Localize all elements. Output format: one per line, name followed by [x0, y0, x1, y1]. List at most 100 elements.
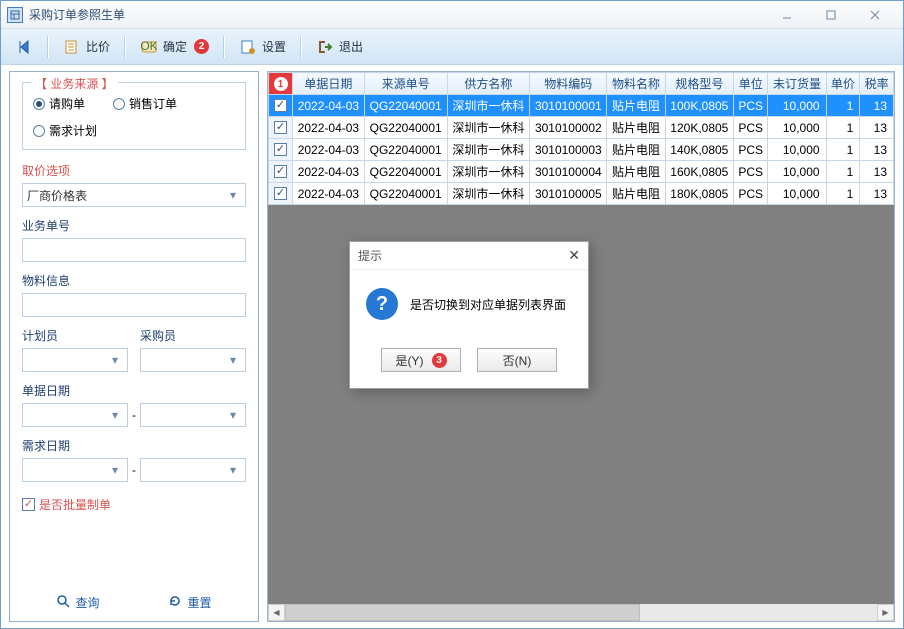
cell-supplier[interactable]: 深圳市一休科 [447, 161, 530, 183]
cell-mat_name[interactable]: 贴片电阻 [607, 183, 665, 205]
cell-mat_code[interactable]: 3010100002 [530, 117, 607, 139]
nav-first-button[interactable] [9, 34, 39, 60]
cell-price[interactable]: 1 [826, 183, 860, 205]
row-checkbox[interactable] [274, 187, 287, 200]
cell-date[interactable]: 2022-04-03 [293, 139, 365, 161]
cell-tax[interactable]: 13 [860, 117, 894, 139]
row-checkbox[interactable] [274, 143, 287, 156]
cell-qty[interactable]: 10,000 [768, 139, 826, 161]
cell-tax[interactable]: 13 [860, 95, 894, 117]
cell-date[interactable]: 2022-04-03 [293, 161, 365, 183]
row-checkbox[interactable] [274, 165, 287, 178]
scroll-thumb[interactable] [285, 604, 640, 621]
doc-date-from[interactable]: ▾ [22, 403, 128, 427]
material-input[interactable] [22, 293, 246, 317]
biz-no-input[interactable] [22, 238, 246, 262]
cell-unit[interactable]: PCS [734, 117, 768, 139]
cell-unit[interactable]: PCS [734, 139, 768, 161]
dialog-yes-button[interactable]: 是(Y) 3 [381, 348, 461, 372]
col-supplier[interactable]: 供方名称 [447, 73, 530, 95]
cell-supplier[interactable]: 深圳市一休科 [447, 139, 530, 161]
col-qty[interactable]: 未订货量 [768, 73, 826, 95]
cell-tax[interactable]: 13 [860, 161, 894, 183]
confirm-button[interactable]: OK 确定 2 [134, 34, 215, 60]
row-checkbox[interactable] [274, 99, 287, 112]
cell-unit[interactable]: PCS [734, 95, 768, 117]
batch-checkbox[interactable] [22, 498, 35, 511]
cell-mat_name[interactable]: 贴片电阻 [607, 161, 665, 183]
col-spec[interactable]: 规格型号 [665, 73, 733, 95]
cell-src[interactable]: QG22040001 [364, 95, 447, 117]
cell-qty[interactable]: 10,000 [768, 161, 826, 183]
reset-button[interactable]: 重置 [168, 594, 211, 611]
cell-qty[interactable]: 10,000 [768, 117, 826, 139]
col-date[interactable]: 单据日期 [293, 73, 365, 95]
cell-mat_code[interactable]: 3010100004 [530, 161, 607, 183]
settings-button[interactable]: 设置 [233, 34, 292, 60]
cell-src[interactable]: QG22040001 [364, 161, 447, 183]
row-checkbox-cell[interactable] [269, 117, 293, 139]
col-src[interactable]: 来源单号 [364, 73, 447, 95]
price-option-combo[interactable]: 厂商价格表▾ [22, 183, 246, 207]
table-row[interactable]: 2022-04-03QG22040001深圳市一休科3010100002贴片电阻… [269, 117, 894, 139]
cell-src[interactable]: QG22040001 [364, 183, 447, 205]
cell-tax[interactable]: 13 [860, 183, 894, 205]
cell-spec[interactable]: 100K,0805 [665, 95, 733, 117]
col-matname[interactable]: 物料名称 [607, 73, 665, 95]
cell-mat_name[interactable]: 贴片电阻 [607, 117, 665, 139]
cell-unit[interactable]: PCS [734, 161, 768, 183]
scroll-right-button[interactable]: ▶ [877, 604, 894, 621]
cell-mat_name[interactable]: 贴片电阻 [607, 95, 665, 117]
cell-price[interactable]: 1 [826, 95, 860, 117]
cell-price[interactable]: 1 [826, 161, 860, 183]
row-checkbox-cell[interactable] [269, 139, 293, 161]
col-unit[interactable]: 单位 [734, 73, 768, 95]
minimize-button[interactable] [765, 3, 809, 27]
maximize-button[interactable] [809, 3, 853, 27]
cell-supplier[interactable]: 深圳市一休科 [447, 117, 530, 139]
need-date-to[interactable]: ▾ [140, 458, 246, 482]
cell-spec[interactable]: 180K,0805 [665, 183, 733, 205]
cell-src[interactable]: QG22040001 [364, 139, 447, 161]
scroll-track[interactable] [285, 604, 877, 621]
cell-date[interactable]: 2022-04-03 [293, 183, 365, 205]
table-row[interactable]: 2022-04-03QG22040001深圳市一休科3010100004贴片电阻… [269, 161, 894, 183]
cell-mat_code[interactable]: 3010100003 [530, 139, 607, 161]
cell-src[interactable]: QG22040001 [364, 117, 447, 139]
cell-spec[interactable]: 120K,0805 [665, 117, 733, 139]
cell-mat_code[interactable]: 3010100001 [530, 95, 607, 117]
cell-spec[interactable]: 160K,0805 [665, 161, 733, 183]
cell-date[interactable]: 2022-04-03 [293, 95, 365, 117]
cell-unit[interactable]: PCS [734, 183, 768, 205]
table-row[interactable]: 2022-04-03QG22040001深圳市一休科3010100001贴片电阻… [269, 95, 894, 117]
row-checkbox-cell[interactable] [269, 183, 293, 205]
cell-price[interactable]: 1 [826, 139, 860, 161]
cell-price[interactable]: 1 [826, 117, 860, 139]
planner-combo[interactable]: ▾ [22, 348, 128, 372]
doc-date-to[interactable]: ▾ [140, 403, 246, 427]
table-row[interactable]: 2022-04-03QG22040001深圳市一休科3010100005贴片电阻… [269, 183, 894, 205]
query-button[interactable]: 查询 [56, 594, 99, 611]
cell-date[interactable]: 2022-04-03 [293, 117, 365, 139]
row-checkbox-cell[interactable] [269, 161, 293, 183]
radio-demand[interactable]: 需求计划 [33, 122, 97, 139]
cell-qty[interactable]: 10,000 [768, 95, 826, 117]
cell-spec[interactable]: 140K,0805 [665, 139, 733, 161]
data-grid[interactable]: 1 单据日期 来源单号 供方名称 物料编码 物料名称 规格型号 单位 未订货量 … [268, 72, 894, 205]
need-date-from[interactable]: ▾ [22, 458, 128, 482]
row-checkbox-cell[interactable] [269, 95, 293, 117]
cell-tax[interactable]: 13 [860, 139, 894, 161]
cell-mat_name[interactable]: 贴片电阻 [607, 139, 665, 161]
row-checkbox[interactable] [274, 121, 287, 134]
grid-corner[interactable]: 1 [269, 73, 293, 95]
dialog-no-button[interactable]: 否(N) [477, 348, 557, 372]
cell-supplier[interactable]: 深圳市一休科 [447, 183, 530, 205]
col-tax[interactable]: 税率 [860, 73, 894, 95]
exit-button[interactable]: 退出 [310, 34, 369, 60]
radio-sales[interactable]: 销售订单 [113, 95, 177, 112]
h-scrollbar[interactable]: ◀ ▶ [268, 604, 894, 621]
cell-qty[interactable]: 10,000 [768, 183, 826, 205]
cell-supplier[interactable]: 深圳市一休科 [447, 95, 530, 117]
col-price[interactable]: 单价 [826, 73, 860, 95]
cell-mat_code[interactable]: 3010100005 [530, 183, 607, 205]
